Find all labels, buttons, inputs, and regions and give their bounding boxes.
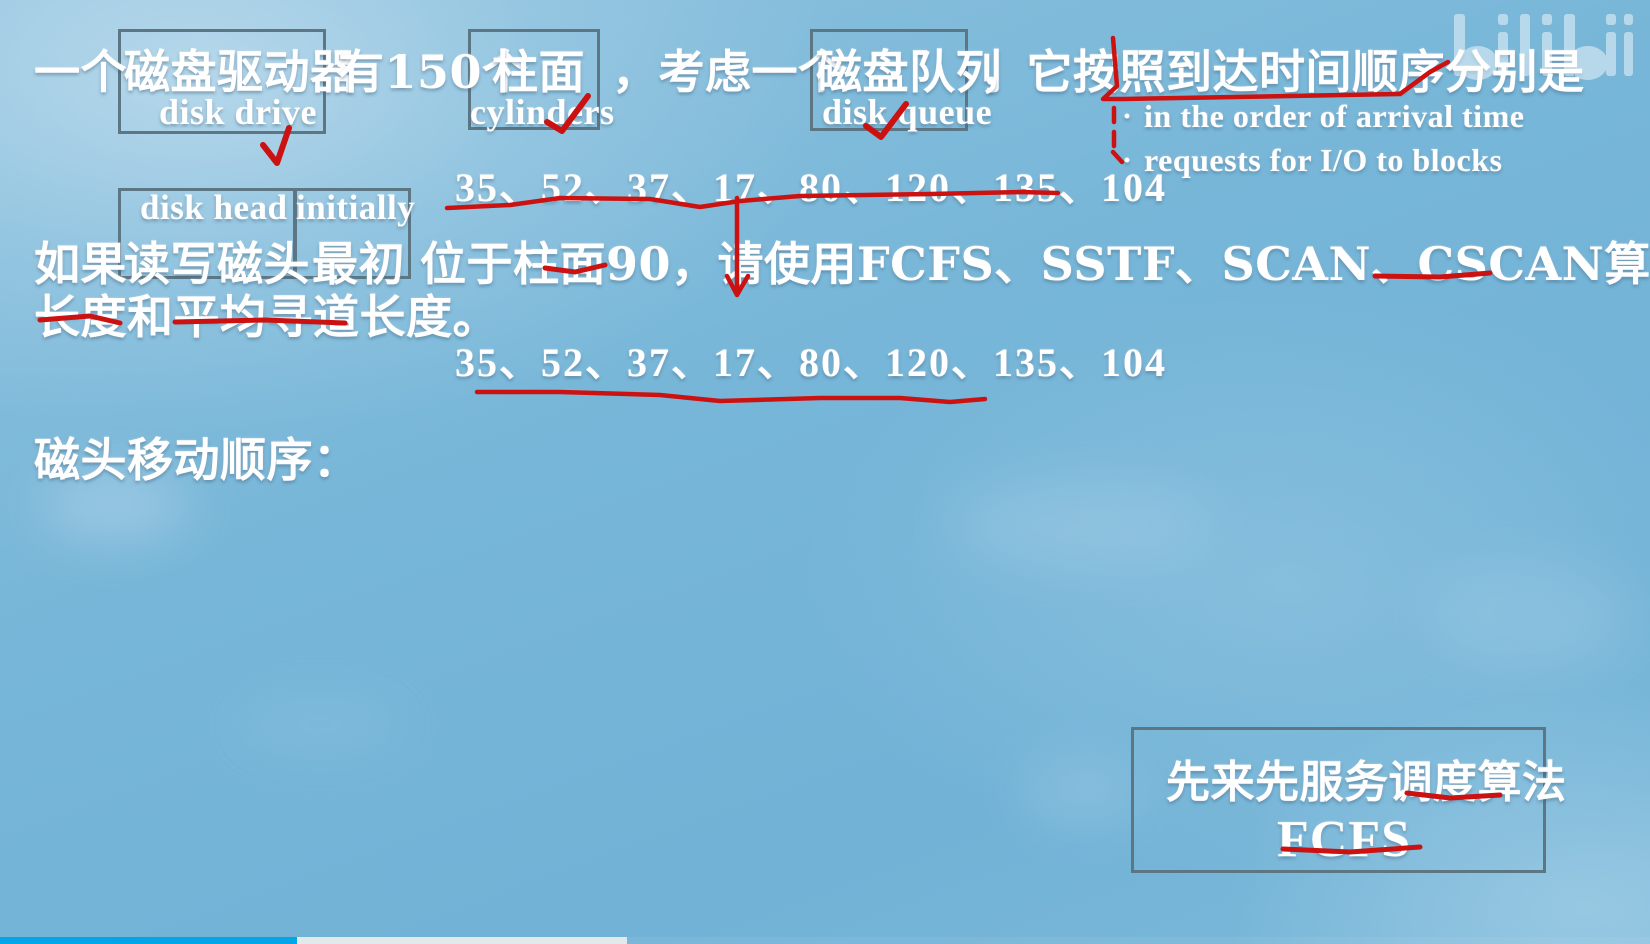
ink-connector-bullet-drop (1110, 105, 1125, 165)
term-english-cylinders: cylinders (470, 92, 615, 132)
annotation-bullet-marker-1: · (1122, 100, 1133, 133)
term-english-disk-queue: disk queue (822, 92, 993, 132)
term-english-disk-drive: disk drive (159, 92, 318, 132)
cloud-blob (1020, 760, 1140, 820)
term-english-initially: initially (296, 188, 416, 227)
annotation-bullet-1: in the order of arrival time (1144, 98, 1525, 134)
question-line3: 长度和平均寻道长度。 (34, 290, 499, 344)
ink-underline-queue-bottom (474, 389, 988, 405)
annotation-bullet-2: requests for I/O to blocks (1144, 142, 1503, 178)
cloud-blob (950, 480, 1210, 570)
video-progress-bar[interactable] (0, 937, 1650, 944)
question-line2-part2: 位于柱面90，请使用FCFS、SSTF、SCAN、CSCAN算法求总寻道 (420, 237, 1650, 291)
request-queue-top: 35、52、37、17、80、120、135、104 (455, 165, 1167, 210)
question-line1-part3: ，考虑一个 (612, 45, 845, 99)
question-line1-part4: ，它按照到达时间顺序分别是 (980, 45, 1585, 99)
cloud-blob (1430, 560, 1630, 670)
term-english-disk-head: disk head (140, 188, 288, 227)
algorithm-box-chinese: 先来先服务调度算法 (1166, 757, 1567, 808)
algorithm-box-acronym: FCFS (1277, 811, 1411, 868)
request-queue-bottom: 35、52、37、17、80、120、135、104 (455, 340, 1167, 385)
video-progress-played (0, 937, 297, 944)
slide-screenshot: 一个 磁盘驱动器 disk drive 有150个 柱面 cylinders ，… (0, 0, 1650, 944)
question-line1-part1: 一个 (34, 45, 127, 99)
head-sequence-label: 磁头移动顺序： (34, 433, 360, 487)
cloud-blob (230, 690, 410, 760)
